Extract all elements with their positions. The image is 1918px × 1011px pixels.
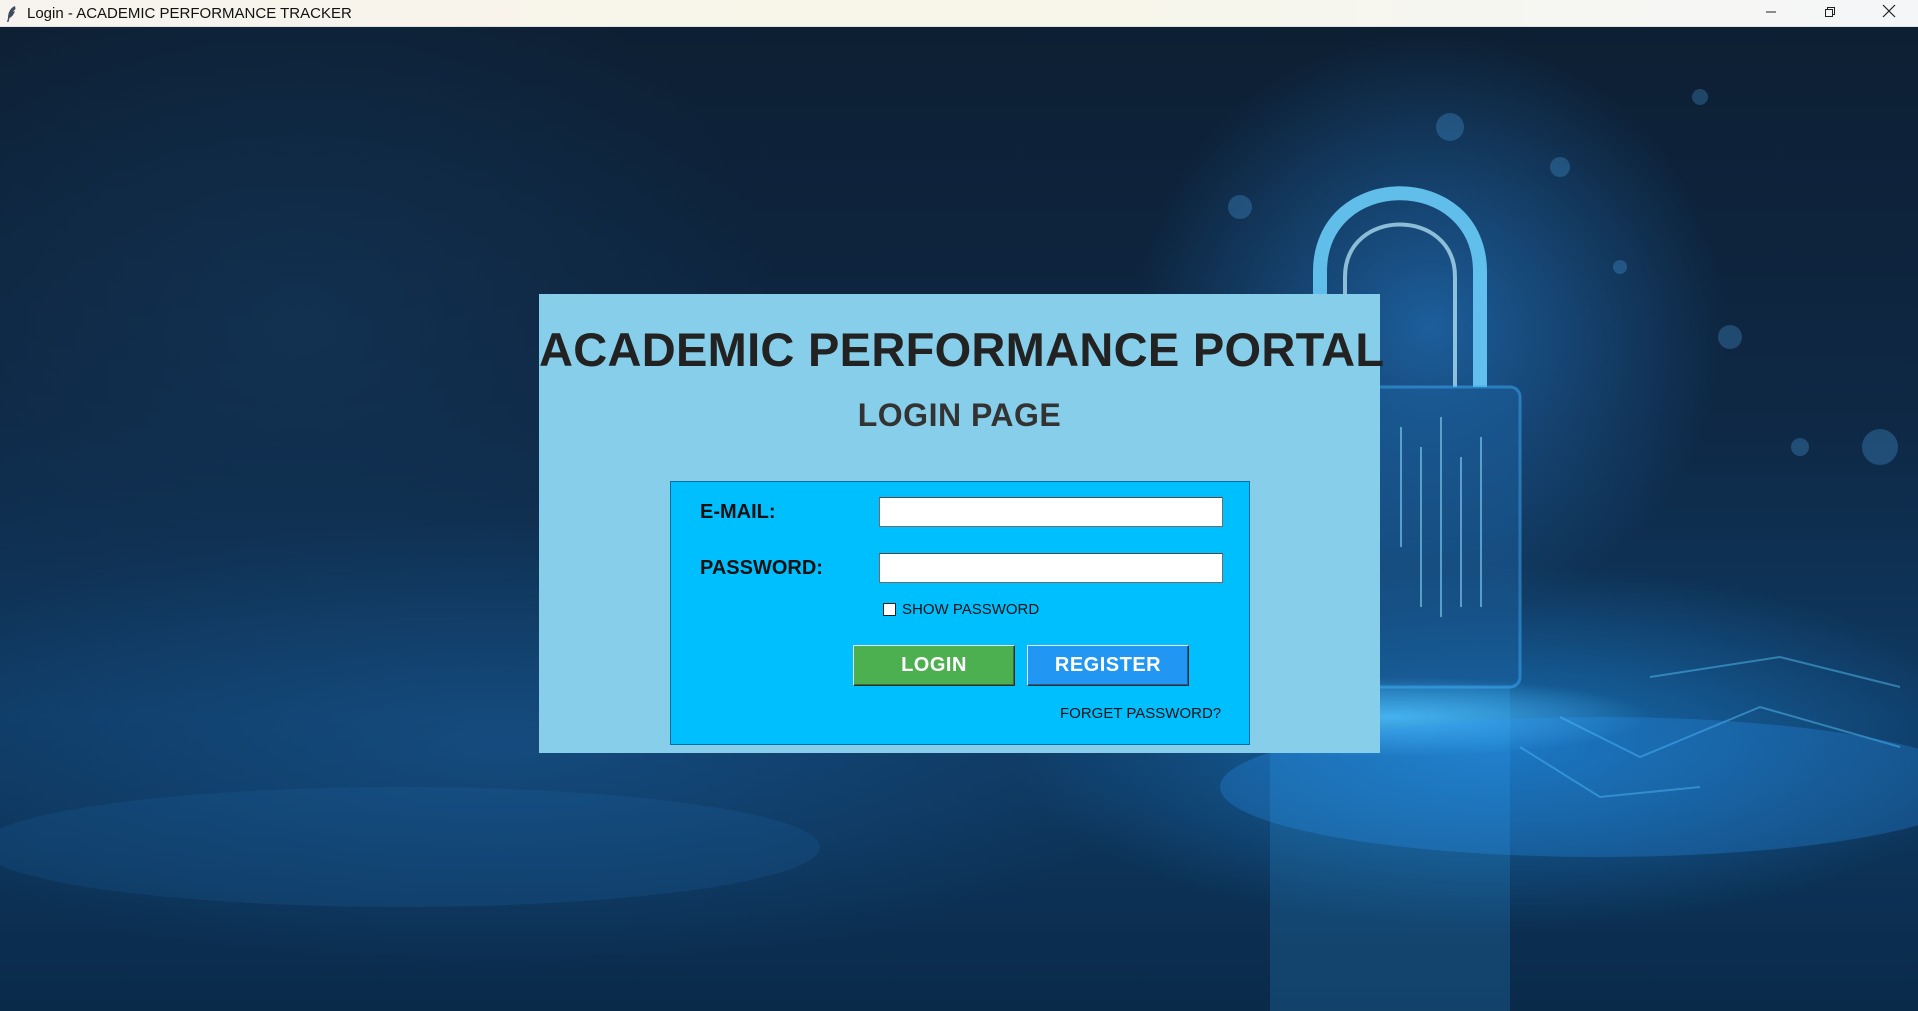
page-subtitle: LOGIN PAGE: [857, 397, 1062, 433]
forget-password-link[interactable]: FORGET PASSWORD?: [1060, 705, 1221, 722]
minimize-button[interactable]: [1741, 0, 1800, 27]
feather-icon: [4, 5, 20, 22]
login-button[interactable]: LOGIN: [853, 645, 1015, 686]
password-label: PASSWORD:: [700, 557, 823, 579]
email-label: E-MAIL:: [700, 501, 776, 523]
password-field[interactable]: [879, 553, 1223, 583]
login-card: ACADEMIC PERFORMANCE PORTAL LOGIN PAGE E…: [539, 294, 1385, 753]
restore-icon: [1824, 5, 1836, 23]
show-password-checkbox[interactable]: [883, 603, 896, 616]
restore-button[interactable]: [1800, 0, 1859, 27]
login-form: E-MAIL: PASSWORD: SHOW PASSWORD LOGIN RE…: [670, 481, 1250, 745]
close-button[interactable]: [1859, 0, 1918, 27]
portal-title: ACADEMIC PERFORMANCE PORTAL: [539, 323, 1385, 376]
title-bar: Login - ACADEMIC PERFORMANCE TRACKER: [0, 0, 1918, 27]
minimize-icon: [1765, 5, 1777, 23]
window-controls: [1741, 0, 1918, 27]
email-field[interactable]: [879, 497, 1223, 527]
login-window: Login - ACADEMIC PERFORMANCE TRACKER ACA…: [0, 0, 1918, 1011]
show-password-label[interactable]: SHOW PASSWORD: [902, 601, 1039, 618]
close-icon: [1882, 4, 1896, 23]
show-password-toggle[interactable]: SHOW PASSWORD: [883, 601, 1039, 618]
register-button[interactable]: REGISTER: [1027, 645, 1189, 686]
window-title: Login - ACADEMIC PERFORMANCE TRACKER: [27, 4, 352, 22]
